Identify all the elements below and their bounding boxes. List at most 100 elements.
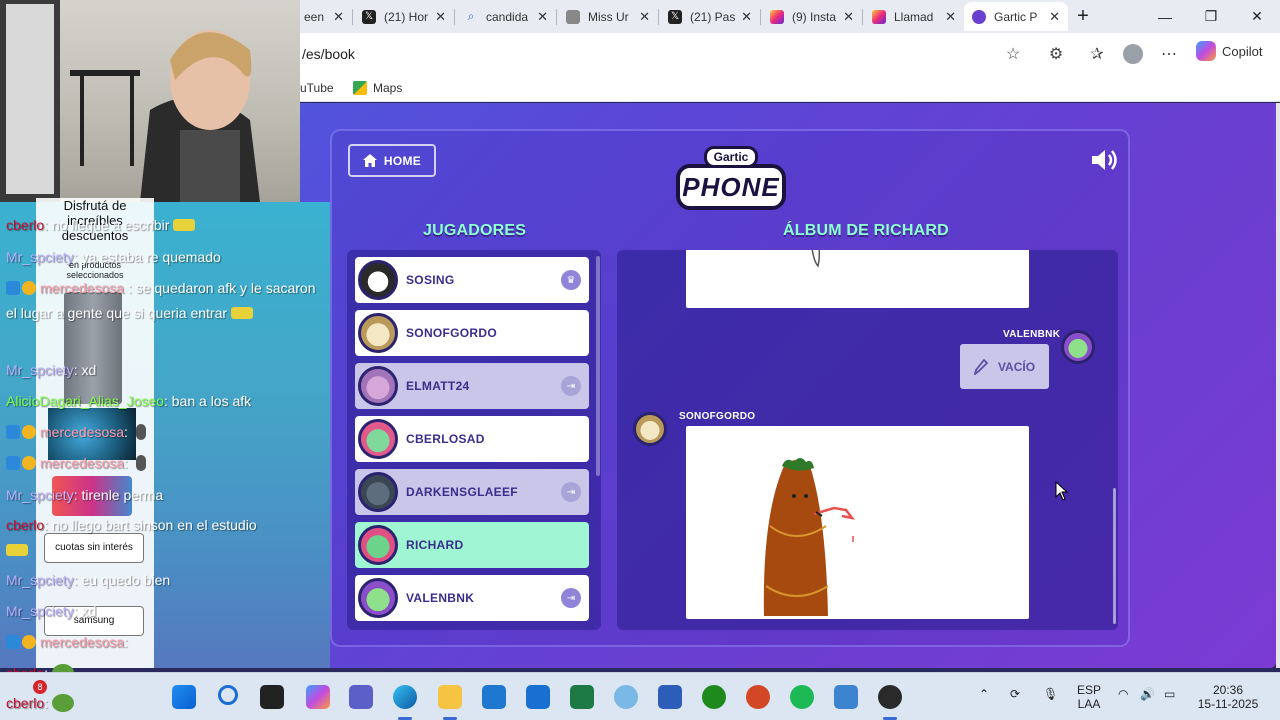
- spotify-icon[interactable]: [790, 685, 814, 709]
- player-darkensglaeef[interactable]: DARKENSGLAEEF ⇥: [355, 469, 589, 515]
- excel-icon[interactable]: [570, 685, 594, 709]
- avatar: [358, 419, 398, 459]
- tab-label: Llamad: [894, 9, 934, 24]
- url-field[interactable]: /es/book: [300, 38, 1030, 70]
- sync-icon[interactable]: ⟳: [1010, 687, 1020, 701]
- chat-message: cberlo: no llegue a escribir: [6, 216, 196, 234]
- player-valenbnk[interactable]: VALENBNK ⇥: [355, 575, 589, 621]
- copilot-label: Copilot: [1222, 43, 1263, 59]
- windows-start-icon[interactable]: [172, 685, 196, 709]
- chat-username: Mr_spciety: [6, 603, 74, 619]
- close-icon[interactable]: ✕: [1049, 9, 1060, 25]
- store-icon[interactable]: [482, 685, 506, 709]
- pepe-emote-icon: [52, 694, 75, 712]
- glasses-emote-icon: [6, 544, 28, 556]
- album-feed: VALENBNK VACÍO SONOFGORDO: [617, 250, 1118, 630]
- close-icon[interactable]: ✕: [945, 9, 956, 25]
- favorite-star-icon[interactable]: ☆: [1002, 43, 1024, 65]
- copilot-app-icon[interactable]: [306, 685, 330, 709]
- powerpoint-icon[interactable]: [746, 685, 770, 709]
- word-icon[interactable]: [658, 685, 682, 709]
- player-elmatt24[interactable]: ELMATT24 ⇥: [355, 363, 589, 409]
- close-window-button[interactable]: ✕: [1234, 0, 1280, 33]
- instagram-icon: [872, 9, 886, 24]
- task-view-icon[interactable]: [260, 685, 284, 709]
- show-hidden-icons[interactable]: ⌃: [979, 687, 989, 701]
- language-indicator[interactable]: ESP LAA: [1074, 683, 1104, 711]
- player-name: SOSING: [406, 273, 455, 287]
- profile-icon[interactable]: [1122, 43, 1144, 65]
- bookmark-maps[interactable]: Maps: [353, 81, 402, 95]
- player-sonofgordo[interactable]: SONOFGORDO: [355, 310, 589, 356]
- chat-text: : tirenle perma: [73, 487, 164, 503]
- tab-6[interactable]: (9) Insta ✕: [762, 2, 862, 31]
- wifi-icon[interactable]: ◠: [1118, 687, 1128, 701]
- player-richard[interactable]: RICHARD: [355, 522, 589, 568]
- chat-text: : ya estaba re quemado: [73, 249, 221, 265]
- tab-5[interactable]: 𝕏 (21) Pas ✕: [660, 2, 760, 31]
- minimize-button[interactable]: —: [1142, 0, 1188, 33]
- extensions-icon[interactable]: ⚙: [1045, 43, 1067, 65]
- tab-7[interactable]: Llamad ✕: [864, 2, 964, 31]
- url-text: /es/book: [302, 46, 355, 62]
- copilot-button[interactable]: Copilot: [1196, 41, 1262, 61]
- notepad-icon[interactable]: [834, 685, 858, 709]
- clock-time: 20:36: [1212, 683, 1244, 697]
- obs-icon[interactable]: [878, 685, 902, 709]
- app-icon[interactable]: [614, 685, 638, 709]
- album-scrollbar[interactable]: [1113, 488, 1116, 624]
- drawing-sonofgordo: [686, 426, 1029, 619]
- tab-3[interactable]: ⌕ candida ✕: [456, 2, 556, 31]
- clock[interactable]: 20:36 15-11-2025: [1196, 683, 1260, 711]
- tab-2[interactable]: 𝕏 (21) Hor ✕: [354, 2, 454, 31]
- glasses-emote-icon: [231, 307, 254, 319]
- file-explorer-icon[interactable]: [438, 685, 462, 709]
- player-name: VALENBNK: [406, 591, 475, 605]
- close-icon[interactable]: ✕: [537, 9, 548, 25]
- tab-gartic[interactable]: Gartic P ✕: [964, 2, 1068, 31]
- tab-label: candida: [486, 9, 529, 24]
- home-button[interactable]: HOME: [348, 144, 436, 177]
- microphone-icon[interactable]: 🎙: [1043, 687, 1058, 701]
- mouse-cursor-icon: [1055, 481, 1069, 501]
- players-scrollbar[interactable]: [596, 256, 600, 476]
- vip-badge-icon: [6, 635, 20, 649]
- favorites-icon[interactable]: ✰: [1086, 43, 1108, 65]
- mail-icon[interactable]: [526, 685, 550, 709]
- close-icon[interactable]: ✕: [333, 9, 344, 25]
- taskbar: ⌃ ⟳ 🎙 ESP LAA ◠ 🔊 ▭ 20:36 15-11-2025: [0, 672, 1280, 720]
- bookmark-label: Maps: [373, 81, 403, 95]
- chat-message: cberlo:: [6, 694, 75, 712]
- gartic-icon: [972, 9, 986, 24]
- edge-icon[interactable]: [393, 685, 417, 709]
- chat-message: mercedesosa:: [6, 423, 146, 441]
- new-tab-button[interactable]: +: [1060, 0, 1106, 33]
- player-sosing[interactable]: SOSING ♛: [355, 257, 589, 303]
- battery-icon[interactable]: ▭: [1164, 687, 1175, 701]
- maps-icon: [353, 81, 367, 95]
- restore-button[interactable]: ❐: [1188, 0, 1234, 33]
- speaker-icon[interactable]: [1090, 148, 1120, 172]
- glasses-emote-icon: [173, 219, 196, 231]
- close-icon[interactable]: ✕: [741, 9, 752, 25]
- chat-username: mercedesosa: [40, 424, 125, 440]
- xbox-icon[interactable]: [702, 685, 726, 709]
- search-icon[interactable]: [218, 685, 238, 705]
- close-icon[interactable]: ✕: [843, 9, 854, 25]
- bookmark-youtube[interactable]: uTube: [300, 81, 334, 95]
- tab-1[interactable]: een ✕: [296, 2, 352, 31]
- tab-4[interactable]: Miss Ur ✕: [558, 2, 658, 31]
- close-icon[interactable]: ✕: [435, 9, 446, 25]
- volume-icon[interactable]: 🔊: [1140, 687, 1155, 701]
- message-author: VALENBNK: [1003, 329, 1061, 340]
- chat-text: :: [124, 455, 128, 471]
- gartic-phone-logo: PHONE Gartic: [676, 142, 786, 212]
- player-name: DARKENSGLAEEF: [406, 485, 518, 499]
- player-cberlosad[interactable]: CBERLOSAD: [355, 416, 589, 462]
- drawing-previous: [686, 250, 1029, 308]
- album-title: ÁLBUM DE RICHARD: [783, 222, 949, 239]
- more-menu-icon[interactable]: ⋯: [1158, 43, 1180, 65]
- close-icon[interactable]: ✕: [639, 9, 650, 25]
- exit-icon: ⇥: [561, 376, 581, 396]
- teams-icon[interactable]: [349, 685, 373, 709]
